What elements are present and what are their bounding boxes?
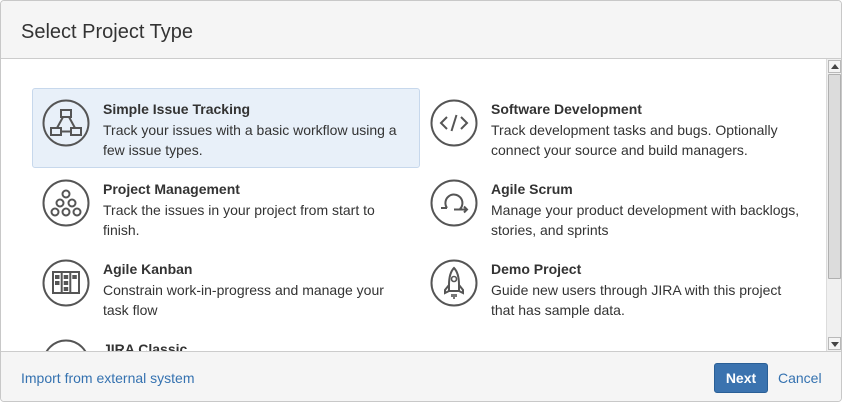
workflow-icon — [42, 99, 90, 147]
project-type-agile-scrum[interactable]: Agile Scrum Manage your product developm… — [420, 168, 808, 248]
project-type-title: Simple Issue Tracking — [103, 101, 251, 117]
vertical-scrollbar[interactable] — [826, 59, 841, 351]
project-type-title: Software Development — [491, 101, 642, 117]
cancel-link[interactable]: Cancel — [778, 369, 822, 387]
kanban-board-icon — [42, 259, 90, 307]
project-type-agile-kanban[interactable]: Agile Kanban Constrain work-in-progress … — [32, 248, 420, 328]
scrollbar-thumb[interactable] — [828, 74, 841, 279]
project-type-description: Track the issues in your project from st… — [103, 202, 375, 238]
project-type-description: Guide new users through JIRA with this p… — [491, 282, 782, 318]
project-type-jira-classic[interactable]: JIRA Classic — [32, 328, 420, 351]
project-type-description: Track your issues with a basic workflow … — [103, 122, 397, 158]
project-type-list: Simple Issue Tracking Track your issues … — [1, 59, 825, 351]
project-type-simple-issue-tracking[interactable]: Simple Issue Tracking Track your issues … — [32, 88, 420, 168]
select-project-type-dialog: Select Project Type Simple Issue Trackin… — [0, 0, 842, 402]
scroll-up-arrow-icon[interactable] — [828, 60, 841, 73]
scroll-down-arrow-icon[interactable] — [828, 337, 841, 350]
dialog-title: Select Project Type — [21, 21, 193, 43]
hierarchy-icon — [42, 179, 90, 227]
project-type-title: Project Management — [103, 181, 240, 197]
rocket-icon — [430, 259, 478, 307]
project-type-description: Manage your product development with bac… — [491, 202, 800, 238]
project-type-software-development[interactable]: Software Development Track development t… — [420, 88, 808, 168]
project-type-project-management[interactable]: Project Management Track the issues in y… — [32, 168, 420, 248]
project-type-title: JIRA Classic — [103, 341, 188, 351]
jira-classic-icon — [45, 339, 87, 351]
next-button[interactable]: Next — [714, 363, 768, 393]
import-from-external-system-link[interactable]: Import from external system — [21, 369, 195, 387]
project-type-title: Agile Kanban — [103, 261, 193, 277]
dialog-footer: Import from external system Next Cancel — [1, 351, 841, 401]
sprint-cycle-icon — [430, 179, 478, 227]
project-type-demo-project[interactable]: Demo Project Guide new users through JIR… — [420, 248, 808, 328]
code-icon — [430, 99, 478, 147]
dialog-header: Select Project Type — [1, 1, 841, 59]
project-type-description: Constrain work-in-progress and manage yo… — [103, 282, 384, 318]
project-type-title: Demo Project — [491, 261, 582, 277]
project-type-title: Agile Scrum — [491, 181, 573, 197]
project-type-description: Track development tasks and bugs. Option… — [491, 122, 778, 158]
